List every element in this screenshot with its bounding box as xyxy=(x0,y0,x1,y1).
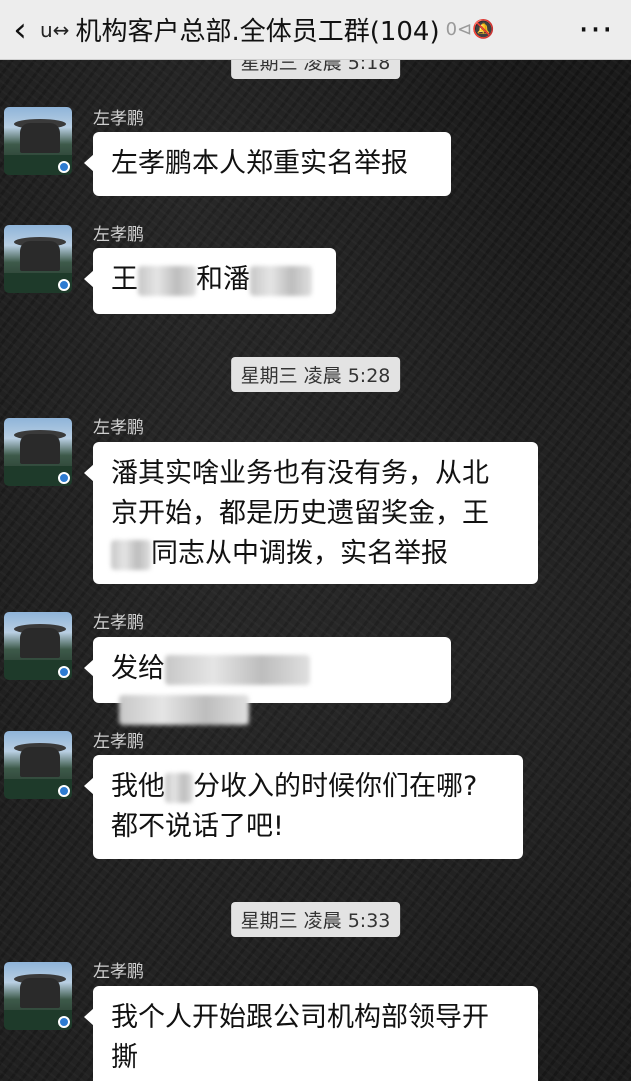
message-line: 都不说话了吧! xyxy=(111,811,284,842)
message-text: 我他 xyxy=(111,771,165,802)
redacted-text xyxy=(165,654,310,685)
message-line: 撕 xyxy=(111,1042,138,1073)
message-text: 同志从中调拨，实名举报 xyxy=(151,538,448,569)
message-bubble[interactable]: 我他 分收入的时候你们在哪? 都不说话了吧! xyxy=(84,755,523,859)
avatar[interactable] xyxy=(4,612,72,680)
sender-name: 左孝鹏 xyxy=(93,418,144,438)
chat-title: u↔ 机构客户总部.全体员工群(104) 0⊲🔕 xyxy=(40,11,561,48)
message-bubble[interactable]: 王 和潘 xyxy=(84,248,336,314)
message-text: 王 xyxy=(111,264,138,295)
chevron-left-icon: ‹ xyxy=(13,9,27,50)
sender-name: 左孝鹏 xyxy=(93,732,144,752)
mute-indicator: 0⊲🔕 xyxy=(445,19,495,40)
message-bubble[interactable]: 潘其实啥业务也有没有务，从北 京开始，都是历史遗留奖金，王 同志从中调拨，实名举… xyxy=(84,442,538,584)
redacted-text xyxy=(111,539,151,570)
avatar[interactable] xyxy=(4,225,72,293)
more-button[interactable]: ··· xyxy=(561,0,631,60)
message-text: 发给 xyxy=(111,653,165,684)
message-bubble[interactable]: 左孝鹏本人郑重实名举报 xyxy=(84,132,451,196)
title-prefix: u↔ xyxy=(40,17,70,42)
redacted-text xyxy=(138,265,196,296)
message-line: 潘其实啥业务也有没有务，从北 xyxy=(111,458,489,489)
sender-name: 左孝鹏 xyxy=(93,962,144,982)
avatar[interactable] xyxy=(4,418,72,486)
redacted-text xyxy=(250,265,312,296)
message-bubble[interactable]: 我个人开始跟公司机构部领导开 撕 xyxy=(84,986,538,1081)
redacted-text xyxy=(165,772,193,803)
timestamp: 星期三 凌晨 5:28 xyxy=(230,357,401,392)
timestamp: 星期三 凌晨 5:33 xyxy=(230,902,401,937)
message-line: 我个人开始跟公司机构部领导开 xyxy=(111,1002,489,1033)
avatar[interactable] xyxy=(4,962,72,1030)
message-text: 左孝鹏本人郑重实名举报 xyxy=(111,148,408,179)
message-bubble[interactable]: 发给 xyxy=(84,637,451,725)
avatar[interactable] xyxy=(4,107,72,175)
more-icon: ··· xyxy=(578,9,614,50)
message-text: 和潘 xyxy=(196,264,250,295)
sender-name: 左孝鹏 xyxy=(93,225,144,245)
message-line: 同志从中调拨，实名举报 xyxy=(111,534,520,574)
redacted-text xyxy=(119,694,249,725)
back-button[interactable]: ‹ xyxy=(0,0,40,60)
message-line: 我他 分收入的时候你们在哪? xyxy=(111,767,505,807)
sender-name: 左孝鹏 xyxy=(93,109,144,129)
message-line: 京开始，都是历史遗留奖金，王 xyxy=(111,498,489,529)
message-text: 分收入的时候你们在哪? xyxy=(193,771,478,802)
avatar[interactable] xyxy=(4,731,72,799)
sender-name: 左孝鹏 xyxy=(93,613,144,633)
group-name: 机构客户总部.全体员工群(104) xyxy=(75,17,440,47)
chat-header: ‹ u↔ 机构客户总部.全体员工群(104) 0⊲🔕 ··· xyxy=(0,0,631,60)
